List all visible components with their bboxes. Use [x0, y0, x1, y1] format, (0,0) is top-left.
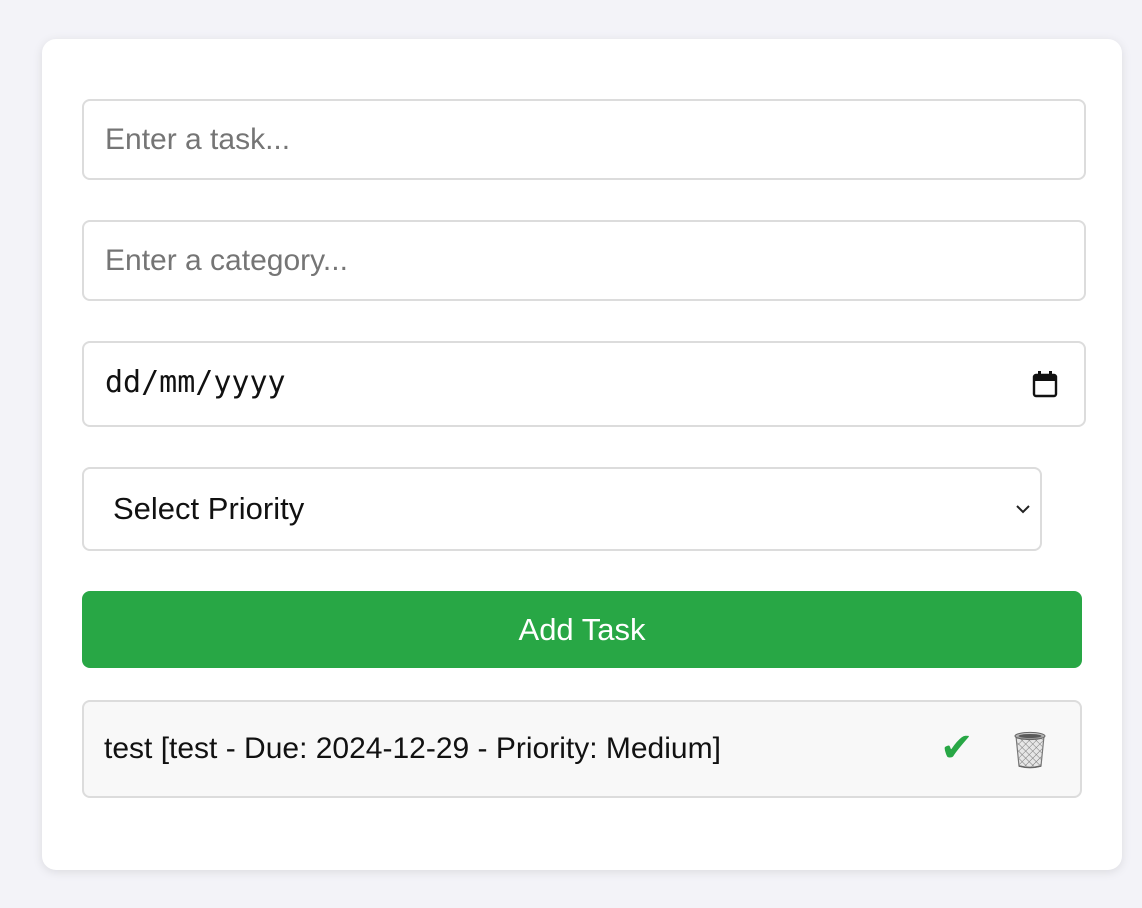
task-text: test [test - Due: 2024-12-29 - Priority:…: [104, 732, 721, 765]
priority-selected-value: Select Priority: [113, 491, 305, 526]
check-icon[interactable]: ✔: [940, 726, 974, 770]
calendar-icon[interactable]: [1032, 370, 1058, 398]
todo-card: dd/mm/yyyy Select Priority Add Task test…: [42, 39, 1122, 870]
add-task-button[interactable]: Add Task: [82, 591, 1082, 668]
trash-icon[interactable]: [1008, 726, 1052, 770]
category-input[interactable]: [82, 220, 1086, 301]
due-date-input[interactable]: dd/mm/yyyy: [82, 341, 1086, 427]
priority-select[interactable]: Select Priority: [82, 467, 1042, 551]
task-list-item: test [test - Due: 2024-12-29 - Priority:…: [82, 700, 1082, 798]
date-placeholder: dd/mm/yyyy: [105, 365, 286, 400]
task-input[interactable]: [82, 99, 1086, 180]
chevron-down-icon: [1016, 505, 1030, 514]
